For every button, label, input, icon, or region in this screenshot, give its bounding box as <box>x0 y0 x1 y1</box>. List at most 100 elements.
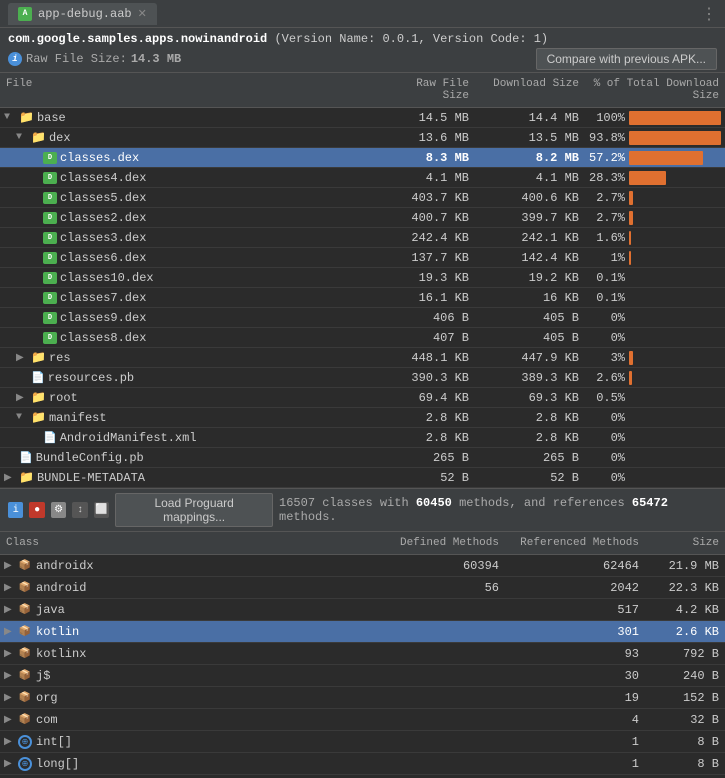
tree-row-name: classes9.dex <box>60 311 146 325</box>
package-icon: 📦 <box>18 714 32 726</box>
tree-row[interactable]: Dclasses3.dex242.4 KB242.1 KB1.6% <box>0 228 725 248</box>
aab-icon: A <box>18 7 32 21</box>
app-info-bar: com.google.samples.apps.nowinandroid (Ve… <box>0 28 725 73</box>
tree-row[interactable]: Dclasses9.dex406 B405 B0% <box>0 308 725 328</box>
collapse-arrow-icon[interactable]: ▼ <box>16 132 28 143</box>
size-col-header: Size <box>645 535 725 551</box>
referenced-methods-cell: 62464 <box>505 559 645 573</box>
class-row[interactable]: ▶📦java5174.2 KB <box>0 599 725 621</box>
dex-icon: D <box>43 292 57 304</box>
raw-size-cell: 2.8 KB <box>385 431 475 445</box>
expand-class-arrow-icon[interactable]: ▶ <box>4 604 14 616</box>
expand-class-arrow-icon[interactable]: ▶ <box>4 626 14 638</box>
summary-text: 16507 classes with 60450 methods, and re… <box>279 496 717 524</box>
tree-row[interactable]: ▶📁BUNDLE-METADATA52 B52 B0% <box>0 468 725 488</box>
tree-row-name: res <box>49 351 71 365</box>
defined-methods-cell: 60394 <box>385 559 505 573</box>
class-table-header: Class Defined Methods Referenced Methods… <box>0 532 725 555</box>
class-row-name: androidx <box>36 559 94 573</box>
class-row[interactable]: ▶📦com432 B <box>0 709 725 731</box>
expand-class-arrow-icon[interactable]: ▶ <box>4 692 14 704</box>
title-tab[interactable]: A app-debug.aab ✕ <box>8 3 157 25</box>
class-row[interactable]: ▶📦android56204222.3 KB <box>0 577 725 599</box>
tree-row[interactable]: Dclasses6.dex137.7 KB142.4 KB1% <box>0 248 725 268</box>
class-row[interactable]: ▶⊕int[]18 B <box>0 731 725 753</box>
tree-row[interactable]: ▶📁res448.1 KB447.9 KB3% <box>0 348 725 368</box>
class-row[interactable]: ▶📦j$30240 B <box>0 665 725 687</box>
tree-name-cell: ▶📁BUNDLE-METADATA <box>0 470 385 485</box>
referenced-methods-cell: 30 <box>505 669 645 683</box>
tree-row[interactable]: Dclasses8.dex407 B405 B0% <box>0 328 725 348</box>
tree-row[interactable]: ▶📁root69.4 KB69.3 KB0.5% <box>0 388 725 408</box>
red-toolbar-icon[interactable]: ● <box>29 502 44 518</box>
package-icon: 📦 <box>18 648 32 660</box>
expand-arrow-icon[interactable]: ▶ <box>16 352 28 364</box>
tree-row-name: classes2.dex <box>60 211 146 225</box>
tree-row[interactable]: ▼📁dex13.6 MB13.5 MB93.8% <box>0 128 725 148</box>
dl-size-cell: 405 B <box>475 311 585 325</box>
expand-arrow-icon[interactable]: ▶ <box>4 472 16 484</box>
tree-row[interactable]: ▼📁base14.5 MB14.4 MB100% <box>0 108 725 128</box>
expand-class-arrow-icon[interactable]: ▶ <box>4 758 14 770</box>
expand-class-arrow-icon[interactable]: ▶ <box>4 736 14 748</box>
tree-row[interactable]: Dclasses2.dex400.7 KB399.7 KB2.7% <box>0 208 725 228</box>
tree-row[interactable]: 📄resources.pb390.3 KB389.3 KB2.6% <box>0 368 725 388</box>
info-toolbar-icon[interactable]: i <box>8 502 23 518</box>
tree-row[interactable]: Dclasses7.dex16.1 KB16 KB0.1% <box>0 288 725 308</box>
plain-toolbar-icon2[interactable]: ⬜ <box>94 502 109 518</box>
dl-size-cell: 2.8 KB <box>475 431 585 445</box>
tree-name-cell: Dclasses6.dex <box>0 251 385 265</box>
tree-name-cell: ▶📁root <box>0 390 385 405</box>
plain-toolbar-icon1[interactable]: ↕ <box>72 502 87 518</box>
tree-row[interactable]: 📄BundleConfig.pb265 B265 B0% <box>0 448 725 468</box>
pct-bar-cell: 0.1% <box>585 271 725 285</box>
size-bar <box>629 231 631 245</box>
expand-class-arrow-icon[interactable]: ▶ <box>4 670 14 682</box>
gear-toolbar-icon[interactable]: ⚙ <box>51 502 66 518</box>
tree-row[interactable]: 📄AndroidManifest.xml2.8 KB2.8 KB0% <box>0 428 725 448</box>
size-bar <box>629 151 703 165</box>
compare-button[interactable]: Compare with previous APK... <box>536 48 717 70</box>
collapse-arrow-icon[interactable]: ▼ <box>4 112 16 123</box>
tree-row-name: AndroidManifest.xml <box>60 431 197 445</box>
class-row[interactable]: ▶📦org19152 B <box>0 687 725 709</box>
app-package: com.google.samples.apps.nowinandroid (Ve… <box>8 32 717 46</box>
size-bar <box>629 111 721 125</box>
expand-class-arrow-icon[interactable]: ▶ <box>4 560 14 572</box>
tree-row[interactable]: Dclasses4.dex4.1 MB4.1 MB28.3% <box>0 168 725 188</box>
tree-row[interactable]: Dclasses5.dex403.7 KB400.6 KB2.7% <box>0 188 725 208</box>
collapse-arrow-icon[interactable]: ▼ <box>16 412 28 423</box>
size-cell: 21.9 MB <box>645 559 725 573</box>
raw-size-cell: 13.6 MB <box>385 131 475 145</box>
tree-row[interactable]: ▼📁manifest2.8 KB2.8 KB0% <box>0 408 725 428</box>
tree-row-name: classes4.dex <box>60 171 146 185</box>
dex-icon: D <box>43 272 57 284</box>
pct-value: 28.3% <box>589 171 625 185</box>
class-row[interactable]: ▶📦kotlinx93792 B <box>0 643 725 665</box>
close-tab-button[interactable]: ✕ <box>138 7 147 21</box>
raw-size-cell: 448.1 KB <box>385 351 475 365</box>
tree-name-cell: Dclasses7.dex <box>0 291 385 305</box>
load-proguard-button[interactable]: Load Proguard mappings... <box>115 493 273 527</box>
class-row[interactable]: ▶📦androidx603946246421.9 MB <box>0 555 725 577</box>
class-row[interactable]: ▶⊕long[]18 B <box>0 753 725 775</box>
tree-row[interactable]: Dclasses10.dex19.3 KB19.2 KB0.1% <box>0 268 725 288</box>
class-row[interactable]: ▶📦kotlin3012.6 KB <box>0 621 725 643</box>
tree-name-cell: Dclasses10.dex <box>0 271 385 285</box>
expand-arrow-icon[interactable]: ▶ <box>16 392 28 404</box>
dex-icon: D <box>43 152 57 164</box>
raw-size-cell: 407 B <box>385 331 475 345</box>
expand-class-arrow-icon[interactable]: ▶ <box>4 582 14 594</box>
more-menu-button[interactable]: ⋮ <box>701 4 717 24</box>
class-row-name: java <box>36 603 65 617</box>
size-cell: 8 B <box>645 757 725 771</box>
tree-row[interactable]: Dclasses.dex8.3 MB8.2 MB57.2% <box>0 148 725 168</box>
tree-row-name: classes.dex <box>60 151 139 165</box>
pct-value: 1.6% <box>589 231 625 245</box>
class-name-cell: ▶📦kotlinx <box>0 647 385 661</box>
pct-bar-cell: 2.7% <box>585 211 725 225</box>
expand-class-arrow-icon[interactable]: ▶ <box>4 648 14 660</box>
class-name-cell: ▶📦java <box>0 603 385 617</box>
dl-size-cell: 19.2 KB <box>475 271 585 285</box>
expand-class-arrow-icon[interactable]: ▶ <box>4 714 14 726</box>
